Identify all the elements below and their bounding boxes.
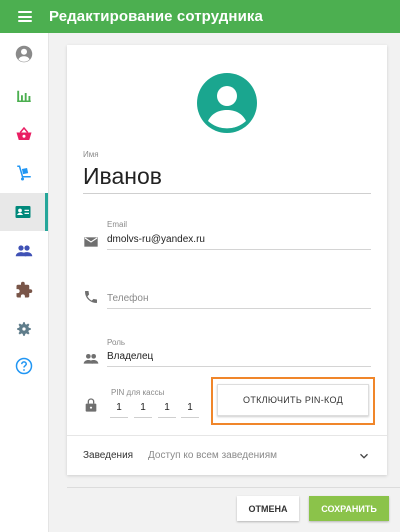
sidebar-item-customers[interactable] <box>0 232 48 270</box>
app-header: Редактирование сотрудника <box>0 0 400 33</box>
page-title: Редактирование сотрудника <box>49 8 263 25</box>
email-field[interactable]: dmolvs-ru@yandex.ru <box>107 234 205 245</box>
chevron-down-icon[interactable] <box>357 449 371 463</box>
venues-select[interactable]: Заведения Доступ ко всем заведениям <box>67 436 387 475</box>
account-icon <box>15 45 33 63</box>
venues-value: Доступ ко всем заведениям <box>148 450 278 461</box>
footer-divider <box>67 487 400 488</box>
pin-digit-4[interactable]: 1 <box>182 402 198 413</box>
name-label: Имя <box>83 150 99 159</box>
lock-icon <box>85 398 97 412</box>
mail-icon <box>84 237 98 247</box>
gear-icon <box>17 322 31 336</box>
phone-field[interactable]: Телефон <box>107 293 148 304</box>
people-icon <box>15 245 33 257</box>
pin-digit-underline <box>110 417 128 418</box>
role-field[interactable]: Владелец <box>107 351 153 362</box>
role-label: Роль <box>107 338 126 347</box>
pin-digit-underline <box>158 417 176 418</box>
pin-label: PIN для кассы <box>111 388 165 397</box>
hand-truck-icon <box>17 165 31 181</box>
name-field[interactable]: Иванов <box>83 163 162 190</box>
sidebar <box>0 33 49 532</box>
pin-digit-underline <box>134 417 152 418</box>
sidebar-item-settings[interactable] <box>0 310 48 348</box>
menu-icon[interactable] <box>18 11 32 22</box>
employee-form-card: Имя Иванов Email dmolvs-ru@yandex.ru Тел… <box>67 45 387 475</box>
sidebar-item-help[interactable] <box>0 347 48 385</box>
venues-label: Заведения <box>83 450 134 461</box>
phone-icon <box>85 291 97 303</box>
puzzle-icon <box>16 281 33 298</box>
email-label: Email <box>107 220 128 229</box>
email-underline <box>107 249 371 250</box>
pin-digit-underline <box>181 417 199 418</box>
pin-digit-2[interactable]: 1 <box>135 402 151 413</box>
role-underline <box>107 366 371 367</box>
sidebar-item-integrations[interactable] <box>0 271 48 309</box>
bar-chart-icon <box>17 90 31 102</box>
save-button[interactable]: СОХРАНИТЬ <box>309 496 389 521</box>
contact-card-icon <box>15 206 30 218</box>
disable-pin-button[interactable]: ОТКЛЮЧИТЬ PIN-КОД <box>217 384 369 416</box>
help-icon <box>15 357 33 375</box>
pin-digit-3[interactable]: 1 <box>159 402 175 413</box>
sidebar-item-warehouse[interactable] <box>0 154 48 192</box>
account-circle-icon <box>197 73 257 133</box>
people-icon <box>83 354 99 364</box>
sidebar-item-reports[interactable] <box>0 77 48 115</box>
name-underline <box>83 193 371 194</box>
phone-underline <box>107 308 371 309</box>
sidebar-item-account[interactable] <box>0 35 48 73</box>
cancel-button[interactable]: ОТМЕНА <box>237 496 299 521</box>
sidebar-item-sales[interactable] <box>0 115 48 153</box>
pin-digit-1[interactable]: 1 <box>111 402 127 413</box>
basket-icon <box>16 126 32 140</box>
sidebar-item-employees[interactable] <box>0 193 48 231</box>
